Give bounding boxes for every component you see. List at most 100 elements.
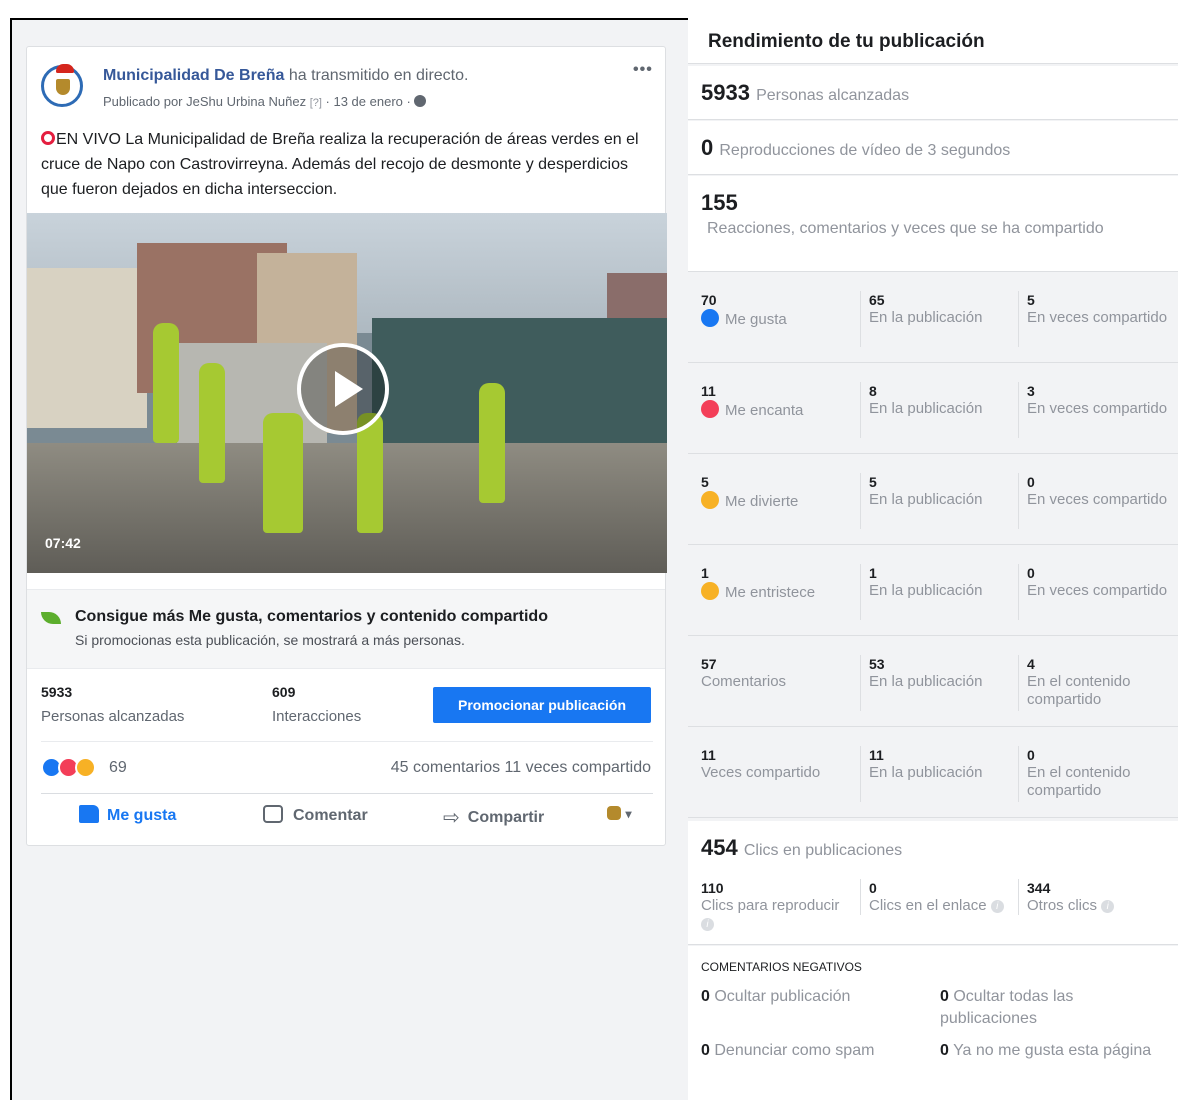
breakdown-on-post-value: 65 xyxy=(869,292,885,308)
performance-panel: Rendimiento de tu publicación 5933 Perso… xyxy=(688,18,1178,1100)
breakdown-total-label: Veces compartido xyxy=(701,764,821,781)
breakdown-shares-label: En veces compartido xyxy=(1027,491,1168,508)
breakdown-shares-label: En el contenido compartido xyxy=(1027,764,1131,799)
info-icon[interactable]: i xyxy=(990,900,1004,913)
neg-hide-all-label: Ocultar todas las publicaciones xyxy=(940,988,1074,1027)
interactions-label: Interacciones xyxy=(272,708,362,725)
boost-title: Consigue más Me gusta, comentarios y con… xyxy=(75,608,548,625)
breakdown-total: 57 Comentarios xyxy=(701,655,851,691)
like-icon xyxy=(701,309,719,327)
post-date[interactable]: · 13 de enero · xyxy=(322,94,415,109)
views-block: 0 Reproducciones de vídeo de 3 segundos xyxy=(688,121,1178,175)
comment-label: Comentar xyxy=(293,807,368,824)
haha-icon xyxy=(701,491,719,509)
post-header: Municipalidad De Breña ha transmitido en… xyxy=(103,67,468,85)
comments-shares-count[interactable]: 45 comentarios 11 veces compartido xyxy=(343,759,651,777)
breakdown-shares-label: En veces compartido xyxy=(1027,400,1168,417)
thumbs-up-icon xyxy=(79,805,99,823)
clicks-link: 0 Clics en el enlace i xyxy=(860,879,1010,915)
perf-reach: 5933 Personas alcanzadas xyxy=(701,80,909,106)
post-card: Municipalidad De Breña ha transmitido en… xyxy=(26,46,667,846)
perf-reach-value: 5933 xyxy=(701,80,750,105)
page-name-link[interactable]: Municipalidad De Breña xyxy=(103,67,284,84)
breakdown-on-post: 11 En la publicación xyxy=(860,746,1010,802)
performance-header: Rendimiento de tu publicación xyxy=(688,18,1178,64)
page-avatar[interactable] xyxy=(41,64,83,107)
breakdown-on-post: 1 En la publicación xyxy=(860,564,1010,620)
divider xyxy=(41,741,653,742)
neg-unlike: 0 Ya no me gusta esta página xyxy=(940,1040,1160,1062)
breakdown-total-label: Comentarios xyxy=(701,673,787,690)
reach-value: 5933 xyxy=(41,684,73,700)
clicks-block: 454 Clics en publicaciones 110 Clics para… xyxy=(688,821,1178,945)
comment-button[interactable]: Comentar xyxy=(263,805,368,833)
breakdown-row: 57 Comentarios 53 En la publicación 4 En el c… xyxy=(688,637,1178,727)
breakdown-total: 11 Me encanta xyxy=(701,382,851,420)
post-text-block: EN VIVO La Municipalidad de Breña realiz… xyxy=(41,127,641,202)
breakdown-shares-value: 4 xyxy=(1027,656,1035,672)
santa-hat-icon xyxy=(56,64,74,73)
clicks-other-value: 344 xyxy=(1027,880,1051,896)
breakdown-total-value: 11 xyxy=(701,747,716,763)
reaction-count[interactable]: 69 xyxy=(109,759,127,777)
info-icon[interactable]: i xyxy=(1101,900,1115,913)
like-label: Me gusta xyxy=(107,807,177,824)
neg-hide-all: 0 Ocultar todas las publicaciones xyxy=(940,986,1160,1030)
clicks-play-label: Clics para reproducir xyxy=(701,897,840,914)
breakdown-row: 70 Me gusta 65 En la publicación 5 En veces c… xyxy=(688,273,1178,363)
breakdown-on-post-value: 1 xyxy=(869,565,877,581)
breakdown-total-value: 70 xyxy=(701,292,717,308)
clicks-play: 110 Clics para reproducir i xyxy=(701,879,851,933)
page-mini-avatar-icon xyxy=(607,806,621,820)
neg-spam-value: 0 xyxy=(701,1042,710,1059)
breakdown-total-value: 5 xyxy=(701,474,709,490)
breakdown-shares-value: 3 xyxy=(1027,383,1035,399)
video-ground xyxy=(27,443,667,573)
breakdown-on-post-value: 11 xyxy=(869,747,884,763)
play-button[interactable] xyxy=(297,343,389,435)
post-meta: Publicado por JeShu Urbina Nuñez [?] · 1… xyxy=(103,94,427,109)
breakdown-total-label: Me encanta xyxy=(725,402,804,419)
breakdown-shares: 3 En veces compartido xyxy=(1018,382,1168,438)
video-worker xyxy=(479,383,505,503)
breakdown-shares-value: 0 xyxy=(1027,474,1035,490)
clicks-link-label: Clics en el enlace xyxy=(869,897,987,914)
promote-button[interactable]: Promocionar publicación xyxy=(433,687,651,723)
clicks-link-value: 0 xyxy=(869,880,877,896)
comment-bubble-icon xyxy=(263,805,283,823)
breakdown-on-post-value: 8 xyxy=(869,383,877,399)
perf-clicks: 454 Clics en publicaciones xyxy=(701,835,902,861)
globe-icon xyxy=(414,95,427,107)
crest-icon xyxy=(56,79,70,95)
breakdown-shares: 0 En el contenido compartido xyxy=(1018,746,1168,802)
video-building xyxy=(27,268,147,428)
breakdown-shares: 5 En veces compartido xyxy=(1018,291,1168,347)
share-button[interactable]: ⇨ Compartir xyxy=(443,805,544,833)
breakdown-shares-label: En veces compartido xyxy=(1027,309,1168,326)
breakdown-total-label: Me divierte xyxy=(725,493,799,510)
reach-label: Personas alcanzadas xyxy=(41,708,185,725)
help-mark[interactable]: [?] xyxy=(310,97,322,109)
breakdown-shares-value: 0 xyxy=(1027,565,1035,581)
boost-subtitle: Si promocionas esta publicación, se most… xyxy=(75,632,465,648)
performance-title: Rendimiento de tu publicación xyxy=(708,31,985,52)
video-duration: 07:42 xyxy=(45,535,81,551)
breakdown-total-value: 11 xyxy=(701,383,716,399)
info-icon[interactable]: i xyxy=(701,918,714,931)
perf-clicks-value: 454 xyxy=(701,835,738,860)
clicks-other: 344 Otros clics i xyxy=(1018,879,1168,915)
neg-hide-post-label: Ocultar publicación xyxy=(714,988,851,1005)
post-as-dropdown[interactable]: ▾ xyxy=(607,805,631,833)
perf-reach-label: Personas alcanzadas xyxy=(756,87,910,104)
boost-banner: Consigue más Me gusta, comentarios y con… xyxy=(27,589,665,669)
chevron-down-icon: ▾ xyxy=(625,807,632,821)
more-options-button[interactable]: ••• xyxy=(633,61,653,79)
love-icon xyxy=(701,400,719,418)
perf-views-value: 0 xyxy=(701,135,714,160)
breakdown-shares: 0 En veces compartido xyxy=(1018,564,1168,620)
breakdown-on-post: 65 En la publicación xyxy=(860,291,1010,347)
video-player[interactable]: 07:42 xyxy=(27,213,667,573)
breakdown-on-post-label: En la publicación xyxy=(869,673,983,690)
like-button[interactable]: Me gusta xyxy=(79,805,176,833)
breakdown-on-post-value: 5 xyxy=(869,474,877,490)
